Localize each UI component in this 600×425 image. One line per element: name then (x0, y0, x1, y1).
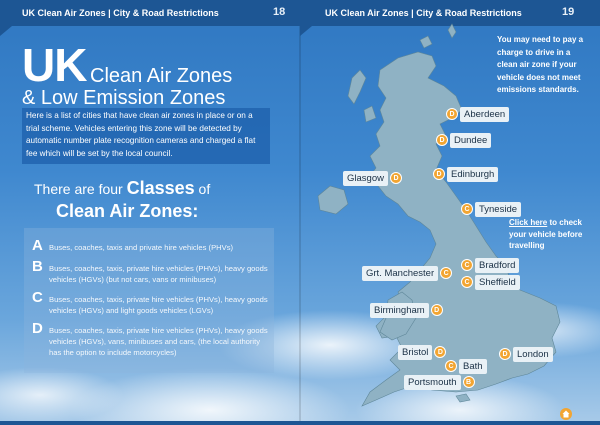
check-vehicle-prompt: Click here to check your vehicle before … (509, 217, 594, 252)
class-marker-icon: C (440, 267, 453, 279)
orkney-island (419, 35, 433, 49)
city-bristol[interactable]: Bristol D (398, 344, 447, 360)
city-sheffield[interactable]: C Sheffield (461, 274, 520, 290)
class-marker-icon: B (462, 376, 475, 388)
northern-ireland (317, 185, 349, 215)
city-bath[interactable]: C Bath (445, 358, 487, 374)
city-label: Bradford (475, 257, 520, 273)
home-icon-glyph (562, 410, 570, 418)
city-aberdeen[interactable]: D Aberdeen (446, 106, 510, 122)
emissions-note: You may need to pay a charge to drive in… (497, 35, 584, 94)
city-label: Edinburgh (447, 166, 499, 182)
class-marker-icon: D (430, 304, 443, 316)
class-marker-icon: C (461, 259, 473, 271)
city-label: Sheffield (475, 274, 520, 290)
city-portsmouth[interactable]: Portsmouth B (404, 374, 475, 390)
class-marker-icon: C (461, 203, 473, 215)
hebrides-island (347, 69, 367, 105)
city-label: Portsmouth (404, 374, 461, 390)
class-marker-icon: D (436, 134, 448, 146)
city-label: Tyneside (475, 201, 522, 217)
home-icon[interactable] (560, 408, 572, 420)
city-glasgow[interactable]: Glasgow D (343, 170, 402, 186)
city-bradford[interactable]: C Bradford (461, 257, 520, 273)
skye-island (363, 105, 377, 123)
city-edinburgh[interactable]: D Edinburgh (433, 166, 499, 182)
isle-of-wight (455, 393, 471, 403)
city-label: Bristol (398, 344, 433, 360)
click-here-link[interactable]: Click here (509, 218, 547, 227)
city-label: Aberdeen (460, 106, 510, 122)
city-label: Dundee (450, 132, 492, 148)
class-marker-icon: D (389, 172, 402, 184)
city-label: Grt. Manchester (362, 265, 439, 281)
class-marker-icon: D (433, 168, 445, 180)
city-label: Glasgow (343, 170, 388, 186)
city-london[interactable]: D London (499, 346, 553, 362)
class-marker-icon: C (461, 276, 473, 288)
city-birmingham[interactable]: Birmingham D (370, 302, 443, 318)
city-label: London (513, 346, 553, 362)
brochure-spread: UK Clean Air Zones | City & Road Restric… (0, 0, 600, 425)
class-marker-icon: D (446, 108, 458, 120)
bottom-bar (0, 421, 600, 425)
shetland-island (447, 23, 457, 39)
class-marker-icon: D (499, 348, 511, 360)
class-marker-icon: D (434, 346, 447, 358)
class-marker-icon: C (445, 360, 457, 372)
city-dundee[interactable]: D Dundee (436, 132, 492, 148)
city-tyneside[interactable]: C Tyneside (461, 201, 522, 217)
city-label: Birmingham (370, 302, 429, 318)
city-label: Bath (459, 358, 487, 374)
city-grt-manchester[interactable]: Grt. Manchester C (362, 265, 453, 281)
